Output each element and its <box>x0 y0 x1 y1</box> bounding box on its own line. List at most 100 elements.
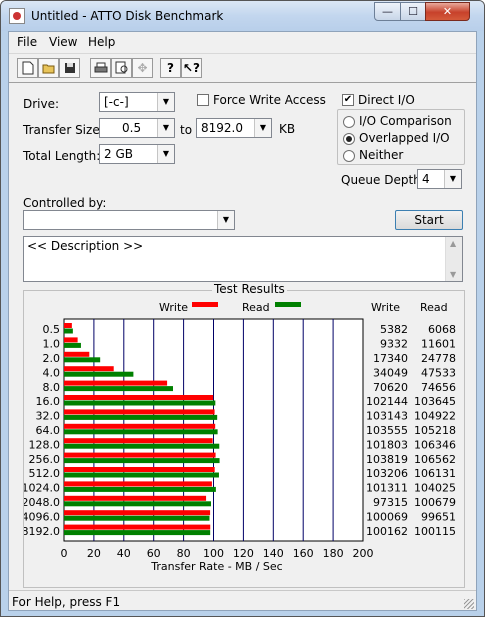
help-icon[interactable]: ? <box>160 58 181 78</box>
test-results-group: Test Results 0 20 40 60 80 100 120 140 160 180 200… <box>23 282 465 588</box>
transfer-size-to-value: 8192.0 <box>201 121 243 135</box>
write-bar <box>64 524 211 530</box>
x-tick-label: 160 <box>293 547 314 560</box>
total-length-select[interactable]: 2 GB ▼ <box>99 144 175 164</box>
scroll-down-icon[interactable]: ▼ <box>450 270 456 279</box>
read-bar <box>64 486 216 492</box>
chevron-down-icon[interactable]: ▼ <box>254 119 271 137</box>
category-label: 2048.0 <box>24 496 60 509</box>
read-value-label: 100679 <box>414 496 456 509</box>
chevron-down-icon[interactable]: ▼ <box>157 93 174 111</box>
description-scrollbar[interactable]: ▲ ▼ <box>445 237 462 281</box>
write-bar <box>64 409 215 415</box>
write-bar <box>64 481 212 487</box>
neither-radio[interactable] <box>343 150 355 162</box>
close-button[interactable]: ✕ <box>425 2 470 21</box>
write-column-header: Write <box>371 301 400 314</box>
chevron-down-icon[interactable]: ▼ <box>157 145 174 163</box>
x-tick-label: 20 <box>87 547 101 560</box>
read-value-label: 74656 <box>421 381 456 394</box>
write-bar <box>64 337 78 343</box>
x-tick-label: 120 <box>233 547 254 560</box>
move-icon[interactable]: ✥ <box>132 58 153 78</box>
transfer-size-from-select[interactable]: 0.5 ▼ <box>99 118 175 138</box>
overlapped-io-radio[interactable] <box>343 133 355 145</box>
write-value-label: 5382 <box>380 323 408 336</box>
category-label: 512.0 <box>29 467 61 480</box>
force-write-checkbox[interactable] <box>197 94 209 106</box>
direct-io-checkbox[interactable]: ✔ <box>342 94 354 106</box>
title-bar[interactable]: Untitled - ATTO Disk Benchmark — ☐ ✕ <box>1 1 484 31</box>
write-value-label: 9332 <box>380 338 408 351</box>
write-value-label: 103819 <box>366 453 408 466</box>
category-label: 1.0 <box>43 338 61 351</box>
write-bar <box>64 423 216 429</box>
toolbar: ✥ ? ↖? <box>9 53 476 83</box>
menu-view[interactable]: View <box>49 35 77 49</box>
read-value-label: 103645 <box>414 395 456 408</box>
legend-write-label: Write <box>159 301 188 314</box>
neither-label: Neither <box>359 148 404 162</box>
save-icon[interactable] <box>59 58 80 78</box>
queue-depth-label: Queue Depth: <box>341 173 425 187</box>
transfer-rate-chart: 0 20 40 60 80 100 120 140 160 180 200 0.5 5382 6068 1.… <box>24 301 456 573</box>
write-value-label: 17340 <box>373 352 408 365</box>
category-label: 16.0 <box>36 395 61 408</box>
chevron-down-icon[interactable]: ▼ <box>157 119 174 137</box>
read-bar <box>64 530 211 536</box>
read-bar <box>64 342 81 348</box>
read-bar <box>64 400 216 406</box>
transfer-size-to-select[interactable]: 8192.0 ▼ <box>196 118 272 138</box>
write-bar <box>64 351 90 357</box>
write-value-label: 70620 <box>373 381 408 394</box>
read-bar <box>64 328 73 334</box>
to-label: to <box>180 123 193 137</box>
total-length-value: 2 GB <box>104 147 133 161</box>
chevron-down-icon[interactable]: ▼ <box>444 170 461 188</box>
legend-read-swatch <box>275 302 301 307</box>
read-bar <box>64 472 219 478</box>
new-file-icon[interactable] <box>17 58 38 78</box>
category-label: 4096.0 <box>24 510 60 523</box>
app-window: Untitled - ATTO Disk Benchmark — ☐ ✕ Fil… <box>0 0 485 617</box>
write-value-label: 101311 <box>366 482 408 495</box>
scroll-up-icon[interactable]: ▲ <box>450 239 456 248</box>
read-bar <box>64 501 211 507</box>
write-value-label: 97315 <box>373 496 408 509</box>
write-value-label: 100069 <box>366 510 408 523</box>
write-value-label: 103206 <box>366 467 408 480</box>
resize-grip[interactable] <box>464 599 474 609</box>
read-value-label: 100115 <box>414 525 456 538</box>
client-area: File View Help ✥ ? ↖? Drive: [-c-] ▼ For… <box>8 31 477 611</box>
description-textarea[interactable]: << Description >> ▲ ▼ <box>23 236 463 282</box>
read-value-label: 6068 <box>428 323 456 336</box>
category-label: 0.5 <box>43 323 61 336</box>
io-comparison-radio[interactable] <box>343 116 355 128</box>
queue-depth-select[interactable]: 4 ▼ <box>417 169 462 189</box>
context-help-icon[interactable]: ↖? <box>181 58 202 78</box>
print-preview-icon[interactable] <box>111 58 132 78</box>
app-icon[interactable] <box>9 8 25 24</box>
description-text: << Description >> <box>27 239 144 253</box>
menu-file[interactable]: File <box>17 35 37 49</box>
write-bar <box>64 323 72 328</box>
minimize-button[interactable]: — <box>374 2 401 21</box>
read-bar <box>64 458 220 464</box>
read-value-label: 47533 <box>421 366 456 379</box>
print-icon[interactable] <box>90 58 111 78</box>
open-folder-icon[interactable] <box>38 58 59 78</box>
write-value-label: 34049 <box>373 366 408 379</box>
write-bar <box>64 452 216 458</box>
menu-help[interactable]: Help <box>88 35 115 49</box>
category-label: 4.0 <box>43 366 61 379</box>
read-bar <box>64 443 220 449</box>
overlapped-io-label: Overlapped I/O <box>359 131 450 145</box>
write-bar <box>64 438 213 444</box>
maximize-button[interactable]: ☐ <box>400 2 426 21</box>
x-tick-label: 100 <box>203 547 224 560</box>
chevron-down-icon[interactable]: ▼ <box>217 211 234 229</box>
controlled-by-select[interactable]: ▼ <box>23 210 235 230</box>
write-value-label: 101803 <box>366 438 408 451</box>
start-button[interactable]: Start <box>395 210 463 230</box>
drive-select[interactable]: [-c-] ▼ <box>99 92 175 112</box>
